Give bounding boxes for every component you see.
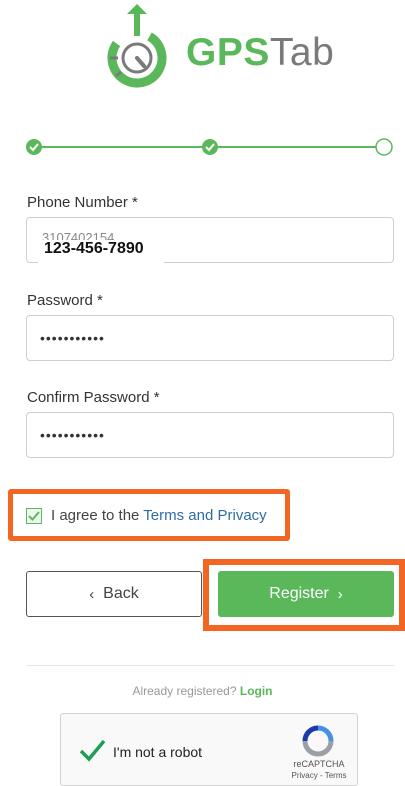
- agree-prefix: I agree to the: [51, 507, 144, 524]
- recaptcha-links[interactable]: Privacy - Terms: [270, 771, 368, 780]
- register-button[interactable]: Register ›: [218, 571, 394, 617]
- brand-name: GPSTab: [186, 31, 335, 74]
- login-link[interactable]: Login: [240, 684, 273, 698]
- step-2-complete-icon: [202, 139, 218, 155]
- agree-checkbox[interactable]: [26, 508, 42, 524]
- phone-display-value: 123-456-7890: [44, 240, 144, 257]
- phone-label: Phone Number *: [27, 194, 138, 211]
- login-prompt-text: Already registered?: [132, 684, 240, 698]
- recaptcha-logo-icon: [302, 725, 334, 757]
- chevron-left-icon: ‹: [89, 585, 95, 603]
- captcha-checkmark-icon[interactable]: [78, 736, 106, 764]
- terms-privacy-link[interactable]: Terms and Privacy: [143, 507, 266, 524]
- recaptcha-brand: reCAPTCHA: [293, 759, 345, 769]
- back-button-label: Back: [103, 585, 139, 602]
- register-button-label: Register: [269, 585, 329, 602]
- confirm-password-value: •••••••••••: [40, 427, 105, 443]
- agree-label: I agree to the Terms and Privacy: [51, 507, 267, 524]
- divider: [26, 665, 394, 666]
- login-prompt: Already registered? Login: [0, 684, 405, 698]
- captcha-label: I'm not a robot: [113, 744, 203, 760]
- password-label: Password *: [27, 292, 103, 309]
- password-value: •••••••••••: [40, 330, 105, 346]
- progress-stepper: [26, 138, 393, 156]
- chevron-right-icon: ›: [337, 585, 343, 603]
- step-3-pending-icon: [375, 138, 393, 156]
- checkmark-icon: [28, 511, 40, 521]
- confirm-password-label: Confirm Password *: [27, 389, 160, 406]
- back-button[interactable]: ‹ Back: [26, 571, 202, 617]
- step-1-complete-icon: [26, 139, 42, 155]
